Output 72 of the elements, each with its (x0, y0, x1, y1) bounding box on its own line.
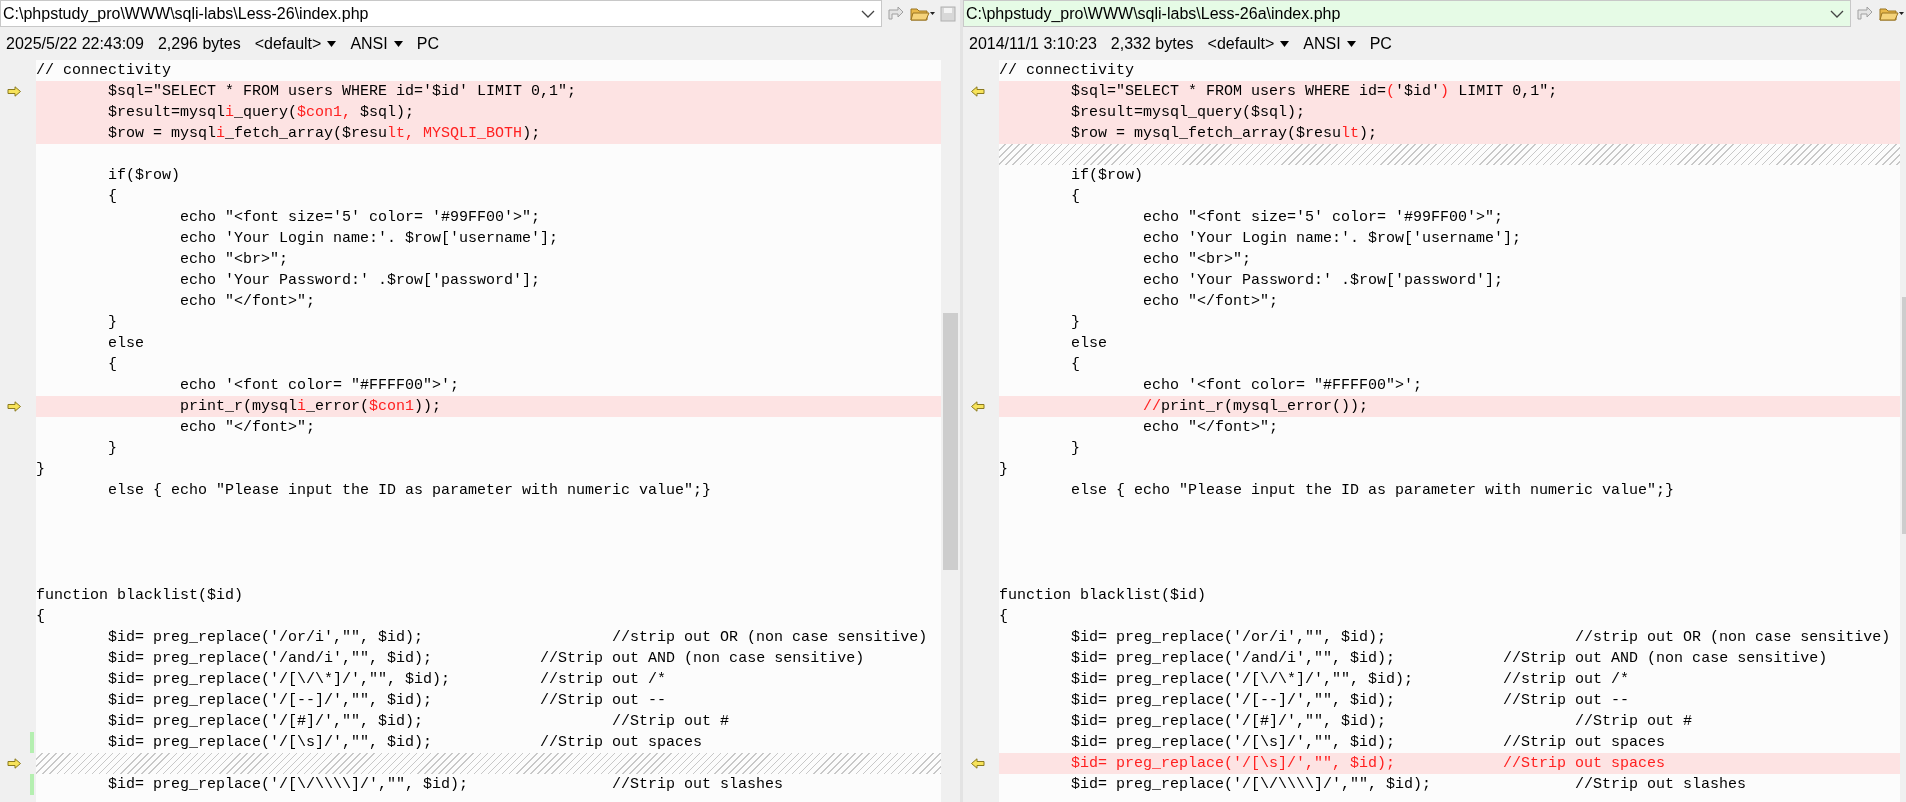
code-line: { (1070, 187, 1082, 207)
code-line: echo "</font>"; (179, 418, 317, 438)
codepage-dropdown[interactable]: <default> (1207, 34, 1290, 53)
file-timestamp: 2014/11/1 3:10:23 (969, 34, 1097, 53)
refresh-icon[interactable] (886, 4, 906, 23)
encoding-dropdown[interactable]: ANSI (1303, 34, 1356, 53)
code-line: $id= preg_replace('/[#]/',"", $id); //Strip out # (1070, 712, 1694, 732)
code-line: echo 'Your Password:' .$row['password']; (179, 271, 542, 291)
code-line: echo "</font>"; (1142, 418, 1280, 438)
code-line: echo '<font color= "#FFFF00">'; (179, 376, 461, 396)
code-line: $id= preg_replace('/[\s]/',"", $id); //Strip out spaces (107, 733, 704, 753)
code-line: echo '<font color= "#FFFF00">'; (1142, 376, 1424, 396)
code-line: { (107, 355, 119, 375)
code-line: echo "<font size='5' color= '#99FF00'>"; (1142, 208, 1505, 228)
file-path-field[interactable]: C:\phpstudy_pro\WWW\sqli-labs\Less-26a\index.php (963, 0, 1851, 27)
caret-icon (327, 40, 337, 47)
caret-icon (1346, 40, 1356, 47)
chevron-down-icon[interactable] (1830, 8, 1844, 19)
code-line: else { echo "Please input the ID as parameter with numeric value";} (107, 481, 713, 501)
code-line: function blacklist($id) (999, 586, 1208, 606)
code-line: if($row) (107, 166, 182, 186)
code-line: function blacklist($id) (36, 586, 245, 606)
code-line: } (107, 313, 119, 333)
code-line: // connectivity (36, 61, 173, 81)
code-line: } (1070, 439, 1082, 459)
code-line: echo "</font>"; (1142, 292, 1280, 312)
code-line: { (36, 607, 46, 627)
code-line: echo "<br>"; (179, 250, 290, 270)
code-line: $id= preg_replace('/[\/\\\\]/',"", $id); //Strip out slashes (1070, 775, 1748, 795)
code-line: $id= preg_replace('/[\/\\\\]/',"", $id); //Strip out slashes (107, 775, 785, 795)
caret-icon (1280, 40, 1290, 47)
code-line: $id= preg_replace('/and/i',"", $id); //Strip out AND (non case sensitive) (107, 649, 866, 669)
refresh-icon[interactable] (1855, 4, 1875, 23)
code-line: $id= preg_replace('/[--]/',"", $id); //Strip out -- (1070, 691, 1631, 711)
code-line: else (107, 334, 146, 354)
code-line: echo 'Your Login name:'. $row['username']; (179, 229, 560, 249)
code-line: echo "<font size='5' color= '#99FF00'>"; (179, 208, 542, 228)
code-line: echo "<br>"; (1142, 250, 1253, 270)
file-path-field[interactable]: C:\phpstudy_pro\WWW\sqli-labs\Less-26\index.php (0, 0, 882, 27)
code-line: $id= preg_replace('/[\s]/',"", $id); //Strip out spaces (1070, 733, 1667, 753)
chevron-down-icon[interactable] (861, 8, 875, 19)
file-timestamp: 2025/5/22 22:43:09 (6, 34, 144, 53)
code-line: $id= preg_replace('/or/i',"", $id); //strip out OR (non case sensitive) (107, 628, 929, 648)
line-ending-label: PC (1369, 34, 1392, 53)
vertical-scrollbar[interactable] (941, 60, 960, 802)
code-line: // connectivity (999, 61, 1136, 81)
code-line: { (999, 607, 1009, 627)
code-line: if($row) (1070, 166, 1145, 186)
code-line: else (1070, 334, 1109, 354)
code-line: { (107, 187, 119, 207)
caret-icon (393, 40, 403, 47)
code-line: echo 'Your Password:' .$row['password']; (1142, 271, 1505, 291)
encoding-dropdown[interactable]: ANSI (350, 34, 403, 53)
code-line: { (1070, 355, 1082, 375)
code-line: $id= preg_replace('/[\/\*]/',"", $id); //strip out /* (1070, 670, 1631, 690)
code-line: } (36, 460, 46, 480)
code-line: $id= preg_replace('/and/i',"", $id); //Strip out AND (non case sensitive) (1070, 649, 1829, 669)
code-line: } (1070, 313, 1082, 333)
code-line: else { echo "Please input the ID as parameter with numeric value";} (1070, 481, 1676, 501)
line-ending-label: PC (416, 34, 439, 53)
code-line: } (107, 439, 119, 459)
code-line: echo "</font>"; (179, 292, 317, 312)
code-line: echo 'Your Login name:'. $row['username']; (1142, 229, 1523, 249)
file-size: 2,332 bytes (1110, 34, 1194, 53)
codepage-dropdown[interactable]: <default> (254, 34, 337, 53)
code-line: $id= preg_replace('/[\/\*]/',"", $id); //strip out /* (107, 670, 668, 690)
file-size: 2,296 bytes (157, 34, 241, 53)
code-line: $id= preg_replace('/[#]/',"", $id); //Strip out # (107, 712, 731, 732)
code-line: $id= preg_replace('/or/i',"", $id); //strip out OR (non case sensitive) (1070, 628, 1892, 648)
save-icon[interactable] (940, 5, 956, 22)
code-line: $id= preg_replace('/[--]/',"", $id); //Strip out -- (107, 691, 668, 711)
code-line: } (999, 460, 1009, 480)
